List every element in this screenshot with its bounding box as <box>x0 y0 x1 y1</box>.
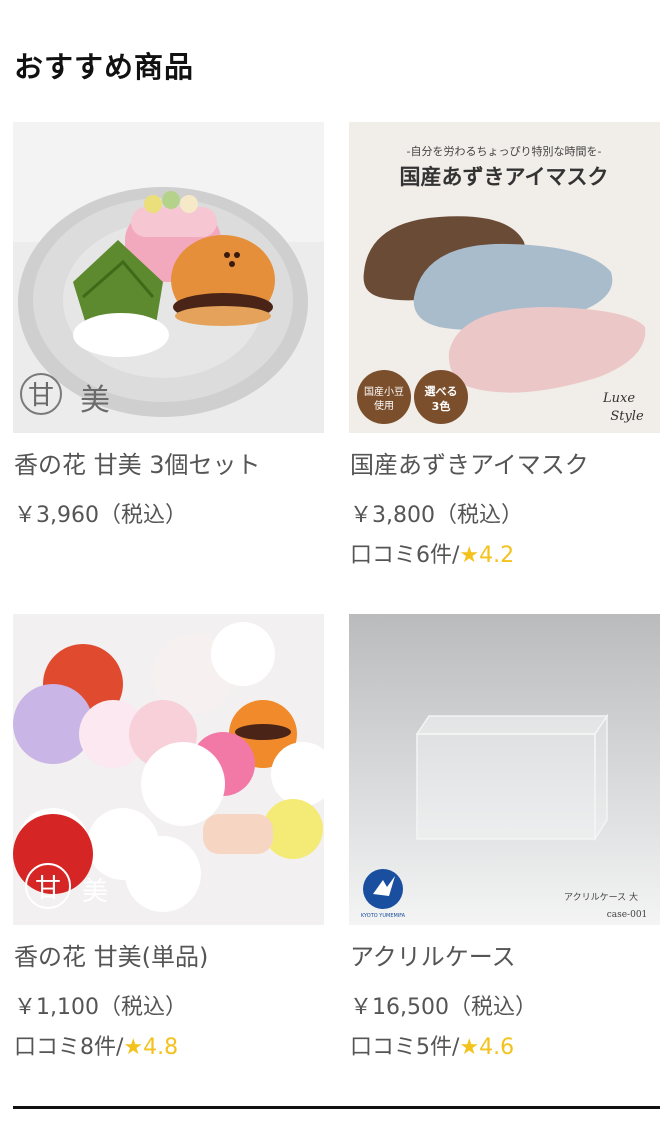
product-image[interactable]: 甘 美 <box>13 122 324 433</box>
product-image[interactable]: KYOTO YUMEMIFA アクリルケース 大 case-001 <box>349 614 660 925</box>
svg-text:国産あずきアイマスク: 国産あずきアイマスク <box>400 165 609 189</box>
star-icon: ★ <box>459 1035 480 1060</box>
product-price: ￥1,100（税込） <box>14 995 187 1020</box>
svg-text:甘: 甘 <box>28 381 54 411</box>
review-count: 口コミ8件/ <box>14 1035 124 1060</box>
svg-text:Luxe: Luxe <box>602 391 635 406</box>
section-title: おすすめ商品 <box>14 50 195 84</box>
star-icon: ★ <box>123 1035 144 1060</box>
product-image[interactable]: -自分を労わるちょっぴり特別な時間を- 国産あずきアイマスク 国産小豆 使用 選… <box>349 122 660 433</box>
svg-text:国産小豆: 国産小豆 <box>364 385 404 398</box>
product-review[interactable]: 口コミ6件/★4.2 <box>350 540 514 572</box>
product-review[interactable]: 口コミ5件/★4.6 <box>350 1032 514 1064</box>
section-divider <box>13 1106 660 1109</box>
svg-text:美: 美 <box>82 877 108 907</box>
rating-value: 4.6 <box>479 1035 515 1060</box>
product-name[interactable]: 国産あずきアイマスク <box>350 448 589 482</box>
review-count: 口コミ6件/ <box>350 543 460 568</box>
svg-text:Style: Style <box>610 409 644 424</box>
product-grid: 甘 美 香の花 甘美 3個セット ￥3,960（税込） -自分を労わるちょっぴり… <box>13 122 660 1072</box>
rating-value: 4.8 <box>143 1035 179 1060</box>
svg-text:甘: 甘 <box>35 874 61 904</box>
svg-text:case-001: case-001 <box>607 910 648 920</box>
review-count: 口コミ5件/ <box>350 1035 460 1060</box>
svg-text:-自分を労わるちょっぴり特別な時間を-: -自分を労わるちょっぴり特別な時間を- <box>407 144 602 158</box>
svg-text:アクリルケース 大: アクリルケース 大 <box>564 891 638 903</box>
svg-text:3色: 3色 <box>432 399 451 413</box>
star-icon: ★ <box>459 543 480 568</box>
product-name[interactable]: 香の花 甘美(単品) <box>14 940 208 974</box>
svg-text:選べる: 選べる <box>425 385 458 398</box>
rating-value: 4.2 <box>479 543 515 568</box>
product-image[interactable]: 甘 美 <box>13 614 324 925</box>
svg-text:KYOTO YUMEMIFA: KYOTO YUMEMIFA <box>361 913 406 919</box>
product-price: ￥3,800（税込） <box>350 503 523 528</box>
product-name[interactable]: 香の花 甘美 3個セット <box>14 448 261 482</box>
product-price: ￥3,960（税込） <box>14 503 187 528</box>
product-name[interactable]: アクリルケース <box>350 940 516 974</box>
product-price: ￥16,500（税込） <box>350 995 537 1020</box>
product-review[interactable]: 口コミ8件/★4.8 <box>14 1032 178 1064</box>
svg-text:使用: 使用 <box>374 399 394 412</box>
svg-text:美: 美 <box>80 383 110 418</box>
